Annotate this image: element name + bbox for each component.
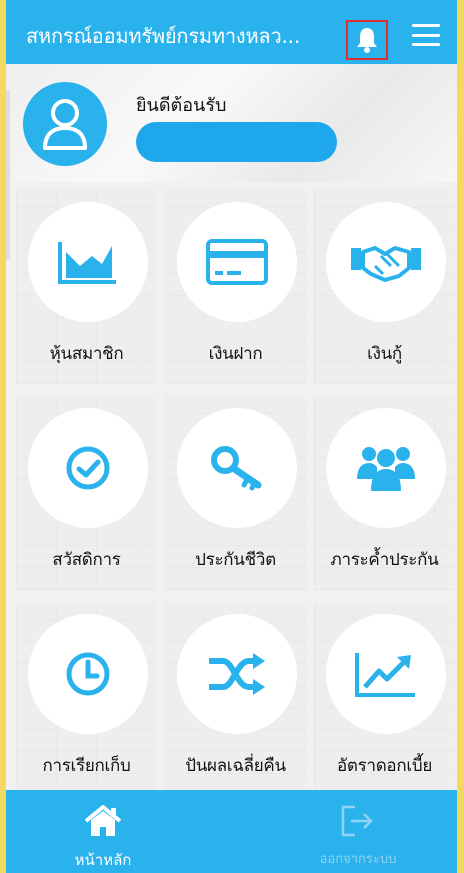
menu-item-dividend[interactable]: ปันผลเฉลี่ยคืน xyxy=(165,602,306,796)
handshake-icon xyxy=(351,246,421,282)
app-title: สหกรณ์ออมทรัพย์กรมทางหลว... xyxy=(26,24,300,48)
credit-card-icon xyxy=(206,239,268,285)
menu-icon-circle xyxy=(326,202,446,322)
menu-label: หุ้นสมาชิก xyxy=(49,344,124,364)
hamburger-menu-icon[interactable] xyxy=(412,24,440,46)
nav-home-label: หน้าหลัก xyxy=(74,851,132,869)
menu-label: อัตราดอกเบี้ย xyxy=(336,756,433,776)
menu-item-life-insurance[interactable]: ประกันชีวิต xyxy=(165,396,306,590)
menu-icon-circle xyxy=(177,614,297,734)
menu-item-interest-rate[interactable]: อัตราดอกเบี้ย xyxy=(314,602,455,796)
member-name-bar xyxy=(136,122,337,162)
welcome-greeting: ยินดีต้อนรับ xyxy=(136,95,227,116)
notification-button[interactable] xyxy=(346,20,388,60)
menu-item-welfare[interactable]: สวัสดิการ xyxy=(16,396,157,590)
shuffle-icon xyxy=(209,653,265,695)
app-screen: สหกรณ์ออมทรัพย์กรมทางหลว... ยินดีต้อนรับ xyxy=(6,0,457,873)
logout-icon xyxy=(341,805,373,837)
menu-icon-circle xyxy=(28,614,148,734)
menu-icon-circle xyxy=(326,614,446,734)
menu-label: เงินฝาก xyxy=(208,344,263,364)
menu-icon-circle xyxy=(28,202,148,322)
menu-label: ภาระค้ำประกัน xyxy=(330,550,439,570)
check-circle-icon xyxy=(66,446,110,490)
menu-label: เงินกู้ xyxy=(367,344,402,364)
menu-icon-circle xyxy=(326,408,446,528)
menu-item-loan[interactable]: เงินกู้ xyxy=(314,190,455,384)
menu-item-shares[interactable]: หุ้นสมาชิก xyxy=(16,190,157,384)
menu-label: การเรียกเก็บ xyxy=(42,756,131,776)
clock-icon xyxy=(66,652,110,696)
line-chart-icon xyxy=(355,653,415,697)
user-icon xyxy=(43,99,87,150)
menu-label: สวัสดิการ xyxy=(52,550,121,570)
menu-icon-circle xyxy=(28,408,148,528)
home-icon xyxy=(84,805,122,836)
menu-icon-circle xyxy=(177,202,297,322)
key-icon xyxy=(211,446,262,491)
nav-logout[interactable]: ออกจากระบบ xyxy=(283,790,433,873)
bottom-navigation: หน้าหลัก ออกจากระบบ xyxy=(6,790,457,873)
nav-logout-label: ออกจากระบบ xyxy=(319,852,397,867)
bell-icon xyxy=(357,28,377,53)
menu-label: ประกันชีวิต xyxy=(195,550,276,570)
top-app-bar: สหกรณ์ออมทรัพย์กรมทางหลว... xyxy=(6,0,457,64)
users-group-icon xyxy=(357,447,415,491)
menu-item-guarantee[interactable]: ภาระค้ำประกัน xyxy=(314,396,455,590)
nav-home[interactable]: หน้าหลัก xyxy=(28,790,178,873)
menu-item-collection[interactable]: การเรียกเก็บ xyxy=(16,602,157,796)
menu-item-deposit[interactable]: เงินฝาก xyxy=(165,190,306,384)
menu-icon-circle xyxy=(177,408,297,528)
menu-label: ปันผลเฉลี่ยคืน xyxy=(185,756,286,776)
avatar[interactable] xyxy=(23,82,107,166)
scroll-handle[interactable] xyxy=(6,90,10,260)
area-chart-icon xyxy=(58,242,116,284)
